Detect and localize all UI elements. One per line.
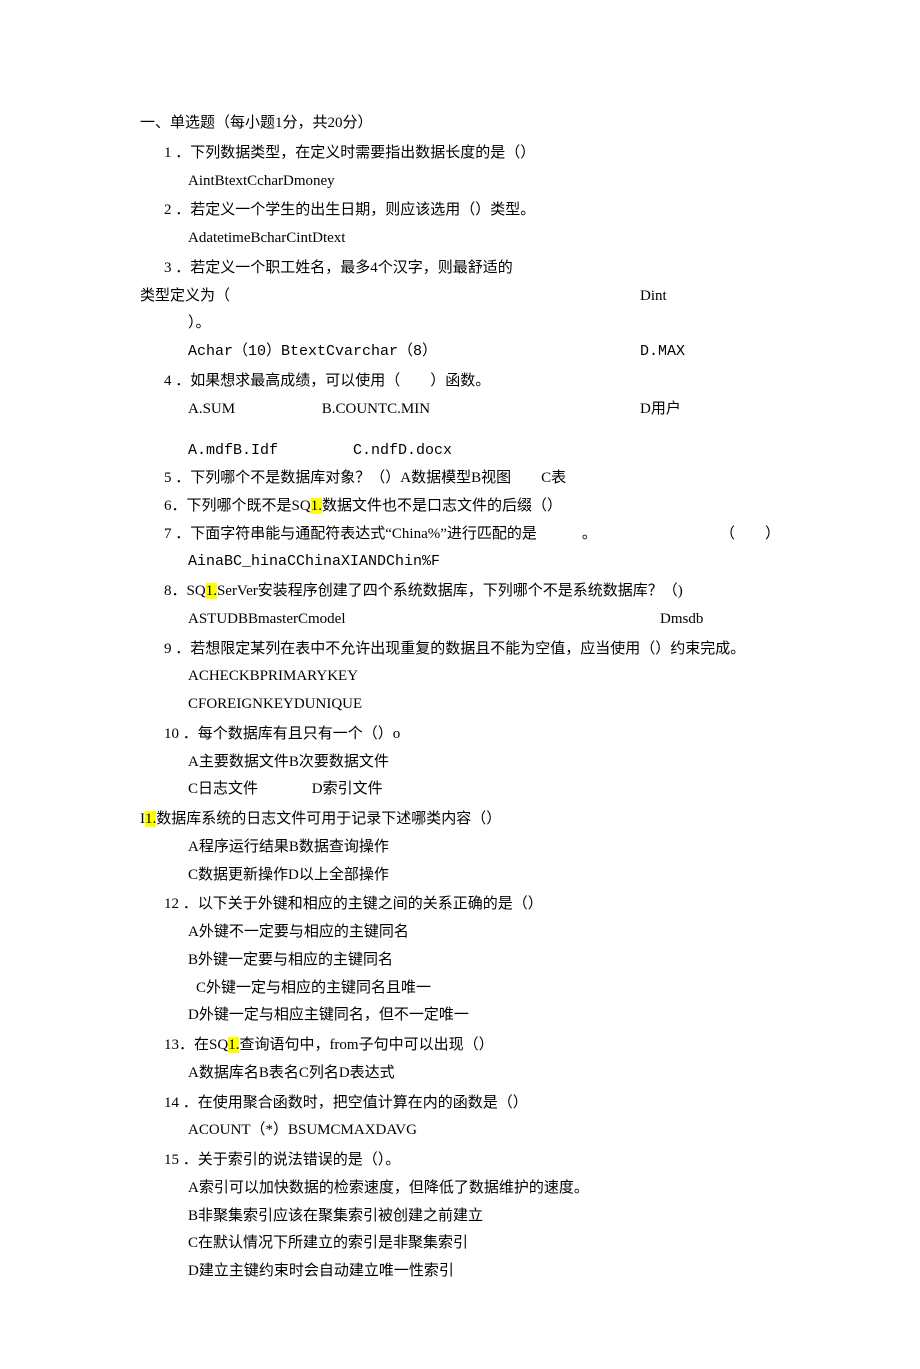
question-12: 12 ．以下关于外键和相应的主键之间的关系正确的是（） <box>140 891 780 919</box>
question-14: 14 ．在使用聚合函数时，把空值计算在内的函数是（） <box>140 1090 780 1118</box>
q10-options-1: A主要数据文件B次要数据文件 <box>140 749 780 777</box>
q10-text: ．每个数据库有且只有一个（）o <box>183 726 401 742</box>
q3-text: ．若定义一个职工姓名，最多4个汉字，则最舒适的 <box>175 260 513 276</box>
q9-num: 9 <box>164 641 172 657</box>
q8-num: 8 <box>164 583 172 599</box>
question-2: 2 ．若定义一个学生的出生日期，则应该选用（）类型。 <box>140 197 780 225</box>
question-1: 1 ．下列数据类型，在定义时需要指出数据长度的是（） <box>140 140 780 168</box>
q9-text: ．若想限定某列在表中不允许出现重复的数据且不能为空值，应当使用（）约束完成。 <box>175 641 745 657</box>
q6-pre: ．下列哪个既不是SQ <box>172 498 311 514</box>
q4-text: ．如果想求最高成绩，可以使用（ ）函数。 <box>175 373 490 389</box>
q10-num: 10 <box>164 726 179 742</box>
q11-highlight: 1. <box>145 811 156 827</box>
q12-opt-b: B外键一定要与相应的主键同名 <box>140 947 780 975</box>
section-title: 一、单选题（每小题1分，共20分） <box>140 110 780 138</box>
q8-options-left: ASTUDBBmasterCmodel <box>188 611 346 627</box>
q8-pre: ．SQ <box>172 583 206 599</box>
q12-opt-c: C外键一定与相应的主键同名且唯一 <box>140 975 780 1003</box>
q3-right1: Dint <box>640 283 667 311</box>
q4-opt-a: A.SUM <box>188 396 318 424</box>
q6-post: 数据文件也不是口志文件的后缀（） <box>322 498 562 514</box>
q12-opt-d: D外键一定与相应主键同名，但不一定唯一 <box>140 1002 780 1030</box>
q12-opt-a: A外键不一定要与相应的主键同名 <box>140 919 780 947</box>
q9-options-1: ACHECKBPRIMARYKEY <box>140 663 780 691</box>
q3-text2: 类型定义为（ <box>140 283 230 311</box>
question-10: 10 ．每个数据库有且只有一个（）o <box>140 721 780 749</box>
question-4: 4 ．如果想求最高成绩，可以使用（ ）函数。 <box>140 368 780 396</box>
q12-num: 12 <box>164 896 179 912</box>
question-7: 7 ．下面字符串能与通配符表达式“China%”进行匹配的是 。 （ ） <box>140 521 780 549</box>
q15-text: ．关于索引的说法错误的是（）。 <box>183 1152 401 1168</box>
q11-options-1: A程序运行结果B数据查询操作 <box>140 834 780 862</box>
q10-options-2l: C日志文件 <box>188 776 308 804</box>
q4-extra-options: A.mdfB.Idf C.ndfD.docx <box>140 437 780 465</box>
q4-opt-bc: B.COUNTC.MIN <box>322 401 430 417</box>
q1-text: ．下列数据类型，在定义时需要指出数据长度的是（） <box>175 145 535 161</box>
q14-num: 14 <box>164 1095 179 1111</box>
q9-options-2: CFOREIGNKEYDUNIQUE <box>140 691 780 719</box>
question-5: 5 ．下列哪个不是数据库对象？（）A数据模型B视图 C表 <box>140 465 780 493</box>
question-8: 8．SQ1.SerVer安装程序创建了四个系统数据库，下列哪个不是系统数据库？（… <box>140 578 780 606</box>
q7-text: ．下面字符串能与通配符表达式“China%”进行匹配的是 。 <box>175 526 597 542</box>
q1-options: AintBtextCcharDmoney <box>140 168 780 196</box>
q8-highlight: 1. <box>206 583 217 599</box>
q6-highlight: 1. <box>311 498 322 514</box>
q6-num: 6 <box>164 498 172 514</box>
q3-right2: D.MAX <box>640 338 685 366</box>
question-6: 6．下列哪个既不是SQ1.数据文件也不是口志文件的后缀（） <box>140 493 780 521</box>
q11-post: 数据库系统的日志文件可用于记录下述哪类内容（） <box>156 811 501 827</box>
question-3-line1: 3 ．若定义一个职工姓名，最多4个汉字，则最舒适的 <box>140 255 780 283</box>
q15-opt-a: A索引可以加快数据的检索速度，但降低了数据维护的速度。 <box>140 1175 780 1203</box>
q5-num: 5 <box>164 470 172 486</box>
q10-options-2r: D索引文件 <box>312 781 383 797</box>
q3-options: Achar（10）BtextCvarchar（8） <box>188 343 437 360</box>
q15-opt-b: B非聚集索引应该在聚集索引被创建之前建立 <box>140 1203 780 1231</box>
q5-text: ．下列哪个不是数据库对象？（）A数据模型B视图 C表 <box>175 470 566 486</box>
q2-text: ．若定义一个学生的出生日期，则应该选用（）类型。 <box>175 202 535 218</box>
q7-options: AinaBC_hinaCChinaXIANDChin%F <box>140 548 780 576</box>
question-15: 15 ．关于索引的说法错误的是（）。 <box>140 1147 780 1175</box>
q4-right: D用户 <box>640 396 681 424</box>
q15-opt-d: D建立主键约束时会自动建立唯一性索引 <box>140 1258 780 1286</box>
question-13: 13．在SQ1.查询语句中，from子句中可以出现（） <box>140 1032 780 1060</box>
q7-right: （ ） <box>744 521 780 549</box>
q13-num: 13 <box>164 1037 179 1053</box>
q2-num: 2 <box>164 202 172 218</box>
q13-highlight: 1. <box>228 1037 239 1053</box>
q14-options: ACOUNT（*）BSUMCMAXDAVG <box>140 1117 780 1145</box>
question-9: 9 ．若想限定某列在表中不允许出现重复的数据且不能为空值，应当使用（）约束完成。 <box>140 636 780 664</box>
q8-post: SerVer安装程序创建了四个系统数据库，下列哪个不是系统数据库？（) <box>217 583 683 599</box>
q11-options-2: C数据更新操作D以上全部操作 <box>140 862 780 890</box>
q13-post: 查询语句中，from子句中可以出现（） <box>239 1037 493 1053</box>
q3-num: 3 <box>164 260 172 276</box>
q13-options: A数据库名B表名C列名D表达式 <box>140 1060 780 1088</box>
q2-options: AdatetimeBcharCintDtext <box>140 225 780 253</box>
q15-num: 15 <box>164 1152 179 1168</box>
question-11: I1.数据库系统的日志文件可用于记录下述哪类内容（） <box>140 806 780 834</box>
q4-num: 4 <box>164 373 172 389</box>
q13-pre: ．在SQ <box>179 1037 228 1053</box>
q3-text3: ）。 <box>140 310 780 338</box>
q12-text: ．以下关于外键和相应的主键之间的关系正确的是（） <box>183 896 543 912</box>
q15-opt-c: C在默认情况下所建立的索引是非聚集索引 <box>140 1230 780 1258</box>
q1-num: 1 <box>164 145 172 161</box>
q7-num: 7 <box>164 526 172 542</box>
q8-options-right: Dmsdb <box>660 606 703 634</box>
q14-text: ．在使用聚合函数时，把空值计算在内的函数是（） <box>183 1095 528 1111</box>
